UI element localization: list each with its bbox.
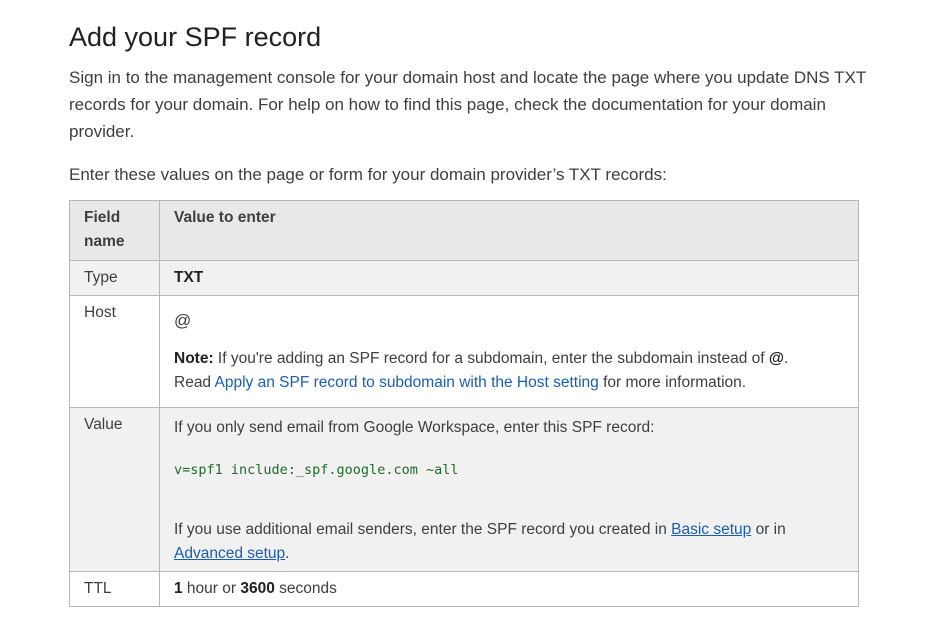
table-row-host: Host @ Note: If you're adding an SPF rec… — [69, 295, 859, 408]
value-type: TXT — [159, 260, 859, 296]
value-line-1: If you only send email from Google Works… — [174, 419, 655, 436]
note-label: Note: — [174, 350, 214, 367]
article: Add your SPF record Sign in to the manag… — [0, 0, 926, 607]
field-ttl: TTL — [69, 571, 160, 607]
table-header-row: Field name Value to enter — [69, 200, 859, 261]
field-host: Host — [69, 295, 160, 408]
host-value: @ — [174, 311, 192, 330]
page-title: Add your SPF record — [69, 22, 322, 52]
field-type: Type — [69, 260, 160, 296]
table-row-value: Value If you only send email from Google… — [69, 407, 859, 572]
value-host: @ Note: If you're adding an SPF record f… — [159, 295, 859, 408]
subdomain-host-link[interactable]: Apply an SPF record to subdomain with th… — [215, 374, 599, 391]
intro-paragraph: Sign in to the management console for yo… — [69, 68, 866, 141]
type-value: TXT — [174, 269, 204, 286]
value-value: If you only send email from Google Works… — [159, 407, 859, 572]
header-field-name: Field name — [69, 200, 160, 261]
basic-setup-link[interactable]: Basic setup — [671, 521, 751, 538]
header-value-to-enter: Value to enter — [159, 200, 859, 261]
lead-paragraph: Enter these values on the page or form f… — [69, 165, 667, 184]
host-note: Note: If you're adding an SPF record for… — [174, 350, 789, 391]
value-line-2: If you use additional email senders, ent… — [174, 521, 786, 562]
txt-record-table: Field name Value to enter Type TXT Host … — [69, 200, 859, 607]
advanced-setup-link[interactable]: Advanced setup — [174, 545, 285, 562]
table-row-type: Type TXT — [69, 260, 859, 296]
value-ttl: 1 hour or 3600 seconds — [159, 571, 859, 607]
field-value: Value — [69, 407, 160, 572]
spf-record-code: v=spf1 include:_spf.google.com ~all — [174, 462, 459, 478]
table-row-ttl: TTL 1 hour or 3600 seconds — [69, 571, 859, 607]
